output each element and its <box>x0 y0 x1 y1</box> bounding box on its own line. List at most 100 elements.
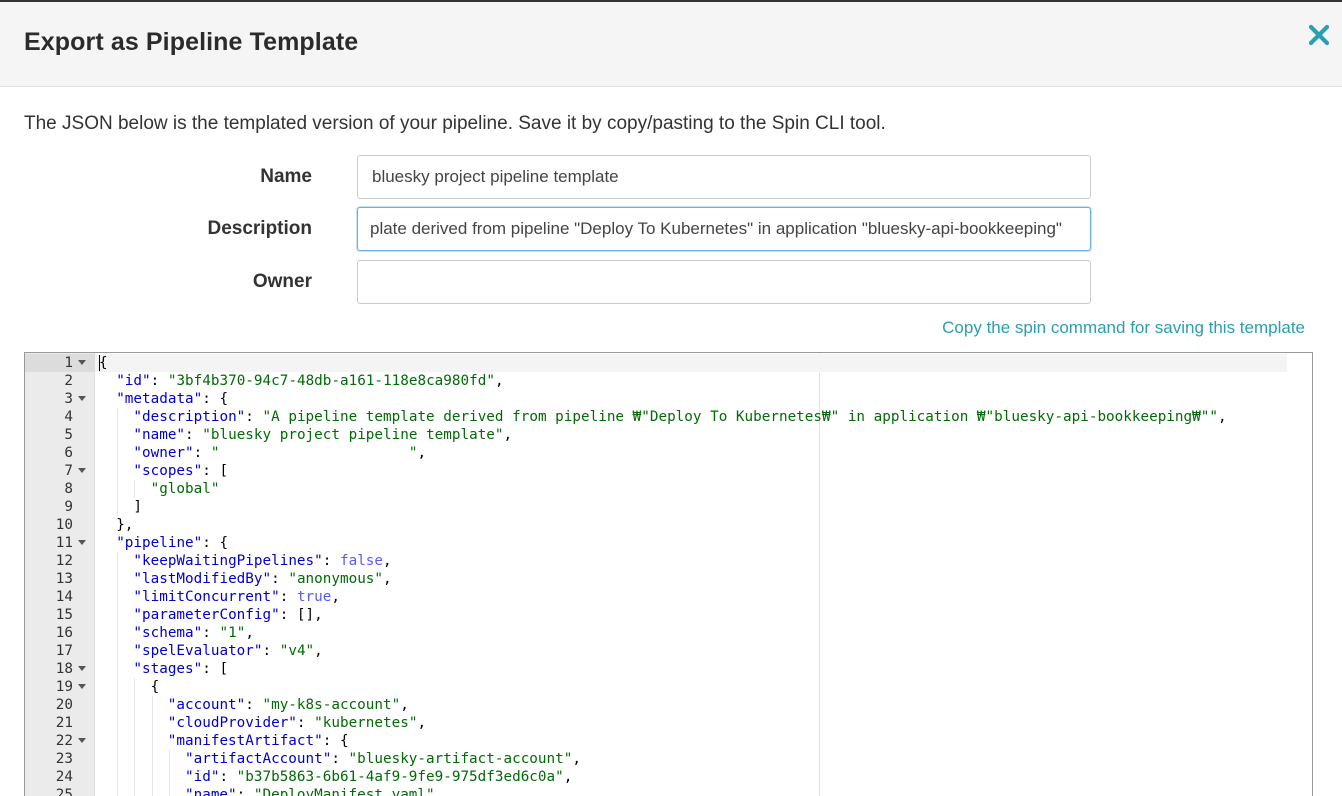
code-line: 7 "scopes": [ <box>25 462 1312 480</box>
line-number: 25 <box>55 787 73 796</box>
indent-guide <box>134 696 136 714</box>
line-number: 3 <box>64 391 73 407</box>
line-number: 19 <box>55 679 73 695</box>
indent-guide <box>117 660 119 678</box>
line-number: 10 <box>55 517 73 533</box>
indent-guide <box>134 750 136 768</box>
line-number: 8 <box>64 481 73 497</box>
indent-guide <box>151 732 153 750</box>
indent-guide <box>117 408 119 426</box>
fold-arrow-icon[interactable] <box>78 396 86 401</box>
line-number: 14 <box>55 589 73 605</box>
indent-guide <box>117 462 119 480</box>
indent-guide <box>117 426 119 444</box>
indent-guide <box>134 732 136 750</box>
code-text: "spelEvaluator": "v4", <box>133 643 323 659</box>
line-number: 24 <box>55 769 73 785</box>
indent-guide <box>117 750 119 768</box>
indent-guide <box>117 732 119 750</box>
indent-guide <box>134 480 136 498</box>
intro-text: The JSON below is the templated version … <box>24 113 886 134</box>
form-row-owner: Owner <box>0 260 1342 306</box>
line-number: 20 <box>55 697 73 713</box>
form-row-description: Description plate derived from pipeline … <box>0 207 1342 253</box>
description-input-value: plate derived from pipeline "Deploy To K… <box>370 219 1062 238</box>
code-line: 22 "manifestArtifact": { <box>25 732 1312 750</box>
code-line: 25 "name": "DeployManifest.yaml", <box>25 786 1312 796</box>
indent-guide <box>117 552 119 570</box>
code-text: "limitConcurrent": true, <box>133 589 340 605</box>
indent-guide <box>134 768 136 786</box>
close-button[interactable] <box>1306 22 1332 48</box>
fold-arrow-icon[interactable] <box>78 684 86 689</box>
indent-guide <box>117 786 119 796</box>
fold-arrow-icon[interactable] <box>78 360 86 365</box>
code-text: "stages": [ <box>133 661 229 677</box>
code-line: 3 "metadata": { <box>25 390 1312 408</box>
code-line: 10}, <box>25 516 1312 534</box>
code-text: "owner": " ", <box>133 445 427 461</box>
line-number: 23 <box>55 751 73 767</box>
code-line: 6 "owner": " ", <box>25 444 1312 462</box>
code-text: "account": "my-k8s-account", <box>167 697 409 713</box>
code-line: 17 "spelEvaluator": "v4", <box>25 642 1312 660</box>
json-code-editor[interactable]: 1 {2 "id": "3bf4b370-94c7-48db-a161-118e8c… <box>24 352 1313 796</box>
name-input-value: bluesky project pipeline template <box>372 167 619 186</box>
code-line: 12 "keepWaitingPipelines": false, <box>25 552 1312 570</box>
indent-guide <box>117 696 119 714</box>
code-line: 21 "cloudProvider": "kubernetes", <box>25 714 1312 732</box>
owner-input[interactable] <box>357 260 1091 304</box>
line-number: 2 <box>64 373 73 389</box>
indent-guide <box>134 714 136 732</box>
code-text: }, <box>116 517 134 533</box>
code-text: "parameterConfig": [], <box>133 607 323 623</box>
line-number: 1 <box>64 355 73 371</box>
description-input[interactable]: plate derived from pipeline "Deploy To K… <box>357 207 1091 251</box>
indent-guide <box>168 786 170 796</box>
copy-spin-command-link[interactable]: Copy the spin command for saving this te… <box>942 318 1305 338</box>
line-number: 22 <box>55 733 73 749</box>
code-line: 9] <box>25 498 1312 516</box>
code-text: "artifactAccount": "bluesky-artifact-acc… <box>185 751 581 767</box>
form-row-name: Name bluesky project pipeline template <box>0 155 1342 201</box>
name-input[interactable]: bluesky project pipeline template <box>357 155 1091 199</box>
indent-guide <box>117 606 119 624</box>
code-text: "global" <box>150 481 220 497</box>
fold-arrow-icon[interactable] <box>78 666 86 671</box>
indent-guide <box>117 444 119 462</box>
close-icon <box>1308 24 1330 46</box>
line-number: 15 <box>55 607 73 623</box>
code-text: "description": "A pipeline template deri… <box>133 409 1227 425</box>
code-text: "scopes": [ <box>133 463 229 479</box>
code-text: "cloudProvider": "kubernetes", <box>167 715 427 731</box>
code-line: 15 "parameterConfig": [], <box>25 606 1312 624</box>
indent-guide <box>151 750 153 768</box>
line-number: 9 <box>64 499 73 515</box>
code-text: "metadata": { <box>116 391 229 407</box>
code-line: 2 "id": "3bf4b370-94c7-48db-a161-118e8ca9… <box>25 372 1312 390</box>
code-text: "name": "DeployManifest.yaml", <box>185 787 444 796</box>
line-number: 12 <box>55 553 73 569</box>
modal-title: Export as Pipeline Template <box>24 28 359 56</box>
line-number: 17 <box>55 643 73 659</box>
code-text: { <box>150 679 160 695</box>
line-number: 5 <box>64 427 73 443</box>
line-number: 6 <box>64 445 73 461</box>
line-number: 7 <box>64 463 73 479</box>
fold-arrow-icon[interactable] <box>78 540 86 545</box>
indent-guide <box>117 678 119 696</box>
line-number: 11 <box>55 535 73 551</box>
fold-arrow-icon[interactable] <box>78 468 86 473</box>
code-text: "lastModifiedBy": "anonymous", <box>133 571 392 587</box>
line-number: 16 <box>55 625 73 641</box>
line-number: 21 <box>55 715 73 731</box>
fold-arrow-icon[interactable] <box>78 738 86 743</box>
indent-guide <box>168 768 170 786</box>
indent-guide <box>151 714 153 732</box>
indent-guide <box>117 498 119 516</box>
line-number: 4 <box>64 409 73 425</box>
code-line: 24 "id": "b37b5863-6b61-4af9-9fe9-975df3e… <box>25 768 1312 786</box>
indent-guide <box>117 588 119 606</box>
indent-guide <box>151 786 153 796</box>
name-label: Name <box>260 166 312 187</box>
